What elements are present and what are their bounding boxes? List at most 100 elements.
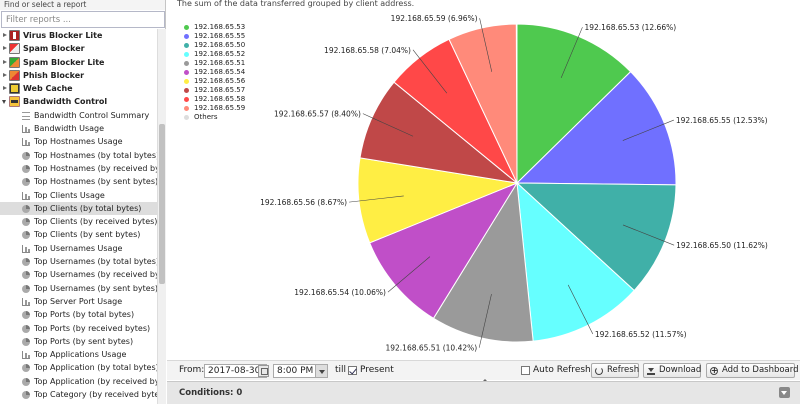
expand-toggle-icon[interactable] (779, 387, 790, 398)
expanded-arrow-icon[interactable] (2, 100, 6, 105)
tree-report-label: Top Hostnames (by sent bytes) (34, 177, 157, 187)
tree-report-item[interactable]: Bandwidth Control Summary (0, 109, 157, 122)
report-filter-input[interactable] (1, 11, 165, 28)
tree-report-item[interactable]: Top Clients (by total bytes) (0, 201, 157, 216)
tree-report-item[interactable]: Top Clients (by sent bytes) (0, 228, 157, 241)
slice-data-label: 192.168.65.59 (6.96%) (391, 14, 478, 23)
tree-report-item[interactable]: Top Usernames (by received bytes) (0, 268, 157, 281)
till-label: till (335, 365, 347, 375)
report-toolbar: From: 2017-08-30 8:00 PM till Present Au… (167, 360, 800, 380)
pie-chart-icon (22, 178, 30, 187)
tree-report-item[interactable]: Top Usernames (by total bytes) (0, 255, 157, 268)
tree-report-label: Top Clients (by received bytes) (34, 217, 157, 227)
from-label: From: (179, 365, 205, 375)
tree-report-item[interactable]: Top Usernames (by sent bytes) (0, 282, 157, 295)
legend-item[interactable]: 192.168.65.52 (184, 50, 245, 59)
tree-report-item[interactable]: Top Ports (by total bytes) (0, 308, 157, 321)
tree-report-label: Top Clients (by total bytes) (34, 203, 142, 213)
collapsed-arrow-icon[interactable] (3, 33, 7, 37)
tree-report-label: Top Hostnames (by total bytes) (34, 150, 157, 160)
tree-app-label: Phish Blocker (23, 70, 85, 80)
legend-swatch (184, 88, 189, 93)
tree-app-label: Web Cache (23, 84, 73, 94)
legend-label: 192.168.65.56 (194, 77, 246, 85)
tree-report-label: Top Clients Usage (34, 190, 105, 200)
tree-report-item[interactable]: Top Application (by received bytes) (0, 375, 157, 388)
present-checkbox[interactable] (348, 366, 357, 375)
tree-report-item[interactable]: Top Clients (by received bytes) (0, 215, 157, 228)
tree-report-item[interactable]: Top Ports (by received bytes) (0, 322, 157, 335)
legend-swatch (184, 97, 189, 102)
calendar-icon[interactable] (258, 365, 269, 377)
legend-swatch (184, 34, 189, 39)
conditions-bar[interactable]: Conditions: 0 (167, 381, 800, 404)
bar-chart-icon (22, 244, 30, 253)
tree-report-label: Top Category (by received bytes) (34, 390, 157, 400)
auto-refresh-checkbox[interactable] (521, 366, 530, 375)
tree-report-item[interactable]: Top Clients Usage (0, 189, 157, 202)
pie-chart-icon (22, 391, 30, 400)
tree-report-label: Top Applications Usage (34, 350, 127, 360)
report-panel: The sum of the data transferred grouped … (167, 0, 800, 404)
collapsed-arrow-icon[interactable] (3, 46, 7, 51)
present-label[interactable]: Present (360, 365, 394, 375)
legend-item[interactable]: 192.168.65.53 (184, 23, 245, 32)
legend-item[interactable]: 192.168.65.58 (184, 95, 245, 104)
tree-app-node[interactable]: Spam Blocker Lite (0, 56, 157, 69)
tree-app-node[interactable]: Spam Blocker (0, 42, 157, 55)
legend-item[interactable]: 192.168.65.57 (184, 86, 245, 95)
collapsed-arrow-icon[interactable] (3, 72, 7, 77)
tree-app-node[interactable]: Web Cache (0, 82, 157, 95)
legend-label: 192.168.65.54 (194, 68, 246, 76)
legend-item[interactable]: 192.168.65.55 (184, 32, 245, 41)
add-to-dashboard-label: Add to Dashboard (722, 365, 799, 375)
auto-refresh-label[interactable]: Auto Refresh (533, 365, 591, 375)
tree-report-item[interactable]: Top Applications Usage (0, 348, 157, 361)
tree-report-label: Top Usernames (by total bytes) (34, 257, 157, 267)
bar-chart-icon (22, 125, 30, 134)
tree-report-item[interactable]: Top Ports (by sent bytes) (0, 335, 157, 348)
download-button[interactable]: Download (643, 363, 701, 378)
tree-report-item[interactable]: Top Hostnames (by received bytes) (0, 162, 157, 175)
legend-swatch (184, 25, 189, 30)
refresh-button[interactable]: Refresh (591, 363, 639, 378)
tree-app-node[interactable]: Virus Blocker Lite (0, 29, 157, 42)
legend-swatch (184, 61, 189, 66)
tree-report-label: Top Application (by received bytes) (34, 376, 157, 386)
chevron-down-icon[interactable] (315, 365, 327, 377)
legend-swatch (184, 115, 189, 120)
legend-item[interactable]: 192.168.65.54 (184, 68, 245, 77)
collapsed-arrow-icon[interactable] (3, 86, 7, 91)
tree-report-label: Top Server Port Usage (34, 296, 123, 306)
tree-app-node[interactable]: Bandwidth Control (0, 95, 157, 108)
tree-report-item[interactable]: Top Server Port Usage (0, 295, 157, 308)
legend-label: 192.168.65.55 (194, 32, 246, 40)
legend-item[interactable]: 192.168.65.51 (184, 59, 245, 68)
tree-report-item[interactable]: Bandwidth Usage (0, 122, 157, 135)
legend-item[interactable]: 192.168.65.56 (184, 77, 245, 86)
legend-swatch (184, 52, 189, 57)
web-cache-icon (9, 83, 20, 95)
tree-app-node[interactable]: Phish Blocker (0, 69, 157, 82)
tree-report-item[interactable]: Top Usernames Usage (0, 242, 157, 255)
add-to-dashboard-button[interactable]: Add to Dashboard (706, 363, 799, 378)
legend-swatch (184, 106, 189, 111)
tree-report-item[interactable]: Top Hostnames Usage (0, 135, 157, 148)
tree-report-item[interactable]: Top Category (by received bytes) (0, 388, 157, 401)
spam-blocker-lite-icon (9, 56, 20, 68)
collapsed-arrow-icon[interactable] (3, 59, 7, 64)
sidebar-scrollbar-thumb[interactable] (159, 124, 165, 284)
tree-report-item[interactable]: Top Hostnames (by total bytes) (0, 149, 157, 162)
pie-chart: 192.168.65.53 (12.66%) 192.168.65.55 (12.… (260, 14, 768, 353)
sidebar-title: Find or select a report (0, 0, 165, 10)
sidebar-scrollbar[interactable] (157, 29, 166, 404)
tree-report-item[interactable]: Top Hostnames (by sent bytes) (0, 175, 157, 188)
bar-chart-icon (22, 138, 30, 147)
bar-chart-icon (22, 191, 30, 200)
legend-item[interactable]: Others (184, 113, 245, 122)
legend-item[interactable]: 192.168.65.50 (184, 41, 245, 50)
slice-data-label: 192.168.65.57 (8.40%) (274, 110, 361, 119)
tree-report-item[interactable]: Top Application (by total bytes) (0, 361, 157, 374)
legend-item[interactable]: 192.168.65.59 (184, 104, 245, 113)
pie-chart-icon (22, 258, 30, 267)
